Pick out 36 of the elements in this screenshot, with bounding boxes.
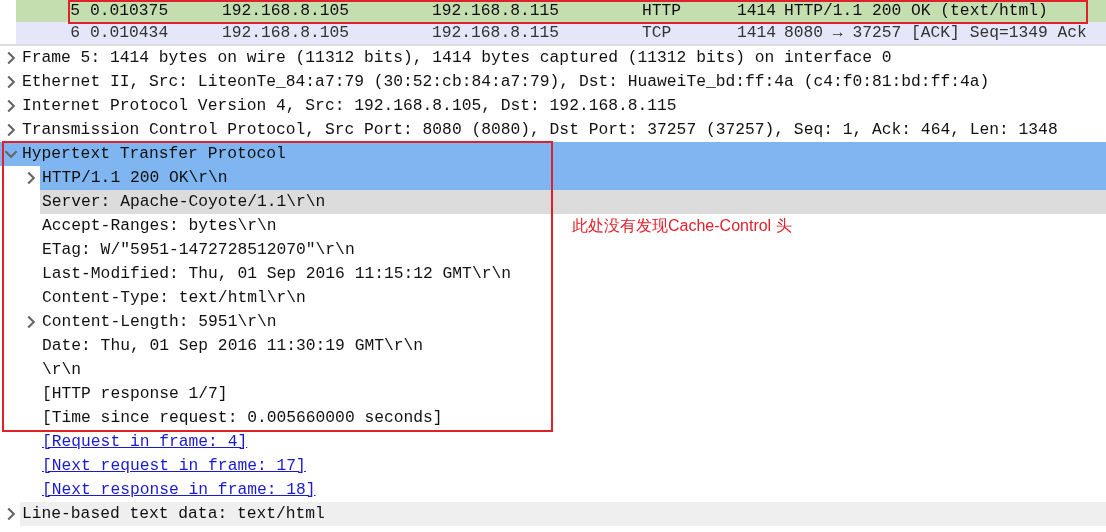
tree-item[interactable]: \r\n: [40, 358, 84, 382]
tree-item[interactable]: Last-Modified: Thu, 01 Sep 2016 11:15:12 GMT\r\n: [40, 262, 513, 286]
packet-cell-text: HTTP: [642, 0, 683, 22]
tree-item[interactable]: Frame 5: 1414 bytes on wire (11312 bits), 1414 bytes captured (11312 bits) on interface 0: [20, 46, 894, 70]
packet-cell-text: 6: [69, 21, 80, 44]
frame-link[interactable]: [Request in frame: 4]: [40, 430, 250, 454]
packet-cell-text: 192.168.8.105: [222, 0, 350, 22]
packet-cell-text: 5: [69, 0, 80, 22]
tree-item[interactable]: Server: Apache-Coyote/1.1\r\n: [40, 190, 1106, 214]
frame-link[interactable]: [Next request in frame: 17]: [40, 454, 308, 478]
tree-item[interactable]: Date: Thu, 01 Sep 2016 11:30:19 GMT\r\n: [40, 334, 426, 358]
packet-cell-text: 192.168.8.115: [432, 21, 560, 44]
packet-cell-text: TCP: [642, 21, 673, 44]
packet-cell-text: 192.168.8.115: [432, 0, 560, 22]
frame-link[interactable]: [Next response in frame: 18]: [40, 478, 318, 502]
tree-item[interactable]: Internet Protocol Version 4, Src: 192.168.8.105, Dst: 192.168.8.115: [20, 94, 679, 118]
tree-item[interactable]: Content-Length: 5951\r\n: [40, 310, 279, 334]
tree-item[interactable]: HTTP/1.1 200 OK\r\n: [40, 166, 1106, 190]
packet-cell-text: 0.010434: [90, 21, 170, 44]
annotation-text: 此处没有发现Cache-Control 头: [572, 216, 792, 236]
packet-cell-text: 192.168.8.105: [222, 21, 350, 44]
tree-item[interactable]: Ethernet II, Src: LiteonTe_84:a7:79 (30:52:cb:84:a7:79), Dst: HuaweiTe_bd:ff:4a (c4:f0:81:bd:ff:4a): [20, 70, 992, 94]
tree-item[interactable]: [HTTP response 1/7]: [40, 382, 230, 406]
packet-row[interactable]: 6 0.010434 192.168.8.105 192.168.8.115 TCP 1414 8080 → 37257 [ACK] Seq=1349 Ack: [16, 22, 1106, 44]
packet-cell-text: HTTP/1.1 200 OK (text/html): [784, 0, 1048, 22]
packet-cell-text: 8080 → 37257 [ACK] Seq=1349 Ack: [784, 21, 1087, 44]
packet-row[interactable]: 5 0.010375 192.168.8.105 192.168.8.115 HTTP 1414 HTTP/1.1 200 OK (text/html): [16, 0, 1106, 22]
packet-cell-text: 0.010375: [90, 0, 170, 22]
tree-item[interactable]: Transmission Control Protocol, Src Port: 8080 (8080), Dst Port: 37257 (37257), Seq: 1, Ack: 464, Len: 1348: [20, 118, 1060, 142]
packet-cell-text: 1414: [735, 0, 776, 22]
tree-item[interactable]: ETag: W/"5951-1472728512070"\r\n: [40, 238, 357, 262]
tree-item[interactable]: Accept-Ranges: bytes\r\n: [40, 214, 279, 238]
tree-item[interactable]: Content-Type: text/html\r\n: [40, 286, 308, 310]
tree-item[interactable]: [Time since request: 0.005660000 seconds]: [40, 406, 445, 430]
tree-item[interactable]: Line-based text data: text/html: [20, 502, 1106, 526]
packet-cell-text: 1414: [735, 21, 776, 44]
